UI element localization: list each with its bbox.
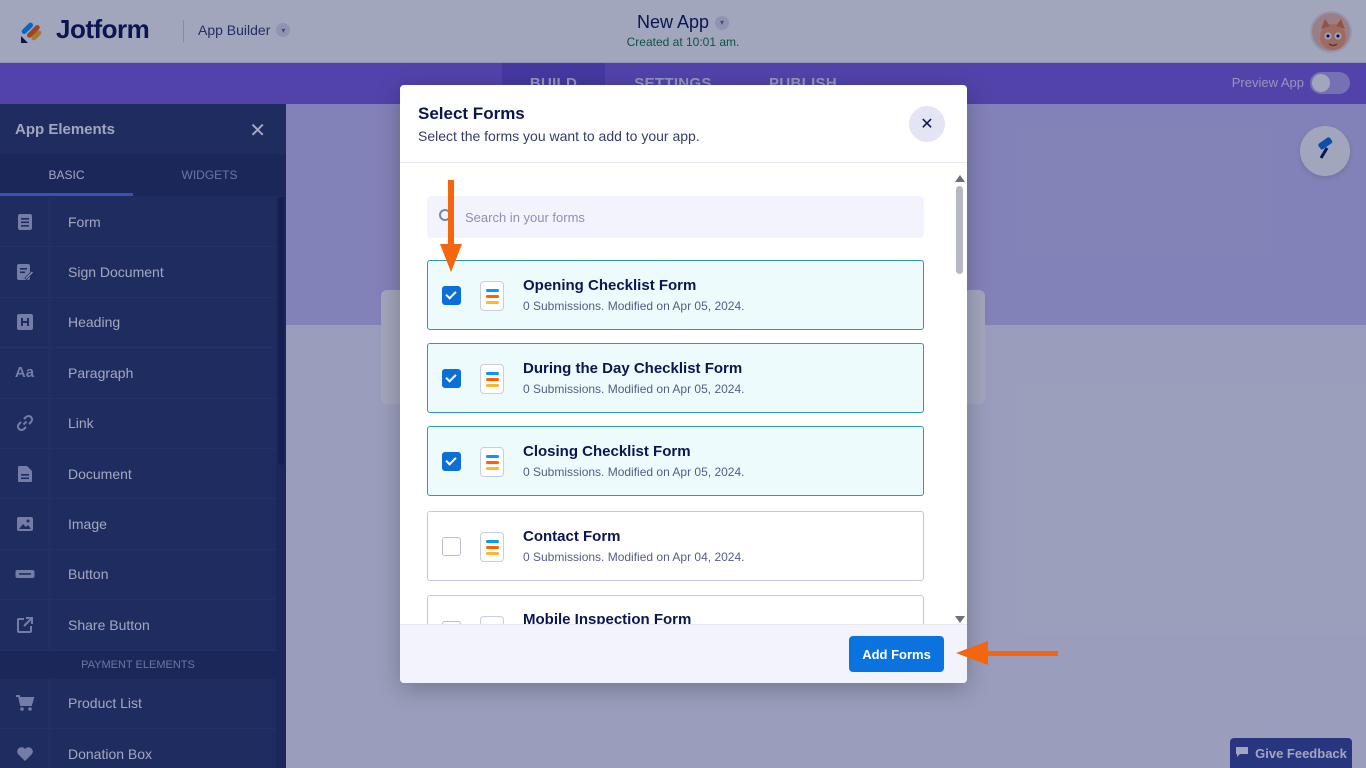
select-forms-modal: Select Forms Select the forms you want t… <box>400 85 967 683</box>
form-meta: 0 Submissions. Modified on Apr 05, 2024. <box>523 299 745 313</box>
form-icon-bar <box>486 289 499 292</box>
form-icon-bar <box>486 301 499 304</box>
form-icon <box>480 532 504 562</box>
modal-subtitle: Select the forms you want to add to your… <box>418 128 700 144</box>
form-checkbox[interactable] <box>442 537 461 556</box>
form-icon-bar <box>486 455 499 458</box>
search-box[interactable] <box>427 196 924 238</box>
modal-scrollbar[interactable] <box>953 175 965 623</box>
checkmark-icon <box>445 454 457 466</box>
form-checkbox[interactable] <box>442 452 461 471</box>
form-icon-bar <box>486 467 499 470</box>
annotation-arrow-left-icon <box>985 651 1058 656</box>
modal-title: Select Forms <box>418 104 525 123</box>
form-name: Contact Form <box>523 528 621 545</box>
close-icon: ✕ <box>920 116 934 133</box>
form-name: During the Day Checklist Form <box>523 360 743 377</box>
form-icon <box>480 281 504 311</box>
annotation-arrow-left-head-icon <box>956 641 988 665</box>
modal-footer: Add Forms <box>400 624 967 683</box>
modal-header: Select Forms Select the forms you want t… <box>400 85 967 163</box>
form-name: Closing Checklist Form <box>523 443 691 460</box>
form-icon <box>480 447 504 477</box>
form-icon-bar <box>486 461 499 464</box>
form-list-item[interactable]: Contact Form 0 Submissions. Modified on … <box>427 511 924 581</box>
scrollbar-thumb[interactable] <box>956 186 963 274</box>
form-list-item[interactable]: Closing Checklist Form 0 Submissions. Mo… <box>427 426 924 496</box>
form-icon-bar <box>486 384 499 387</box>
form-meta: 0 Submissions. Modified on Apr 05, 2024. <box>523 382 745 396</box>
annotation-arrow-down-icon <box>448 180 454 246</box>
annotation-arrow-down-head-icon <box>440 244 462 272</box>
checkmark-icon <box>445 288 457 300</box>
form-icon-bar <box>486 552 499 555</box>
form-icon <box>480 616 504 624</box>
form-checkbox[interactable] <box>442 369 461 388</box>
form-list-item[interactable]: Opening Checklist Form 0 Submissions. Mo… <box>427 260 924 330</box>
checkmark-icon <box>445 371 457 383</box>
form-list-item[interactable]: During the Day Checklist Form 0 Submissi… <box>427 343 924 413</box>
form-icon-bar <box>486 295 499 298</box>
form-icon-bar <box>486 546 499 549</box>
form-meta: 0 Submissions. Modified on Apr 04, 2024. <box>523 550 745 564</box>
form-meta: 0 Submissions. Modified on Apr 05, 2024. <box>523 465 745 479</box>
scroll-up-arrow-icon[interactable] <box>955 175 965 182</box>
form-icon-bar <box>486 372 499 375</box>
form-list-item[interactable]: Mobile Inspection Form <box>427 595 924 624</box>
form-checkbox[interactable] <box>442 286 461 305</box>
form-icon-bar <box>486 540 499 543</box>
add-forms-button[interactable]: Add Forms <box>849 636 944 672</box>
modal-close-button[interactable]: ✕ <box>909 106 945 142</box>
search-input[interactable] <box>465 196 915 238</box>
form-icon <box>480 364 504 394</box>
form-name: Opening Checklist Form <box>523 277 697 294</box>
form-name: Mobile Inspection Form <box>523 611 692 624</box>
modal-body: Opening Checklist Form 0 Submissions. Mo… <box>400 164 967 624</box>
scroll-down-arrow-icon[interactable] <box>955 616 965 623</box>
form-icon-bar <box>486 378 499 381</box>
